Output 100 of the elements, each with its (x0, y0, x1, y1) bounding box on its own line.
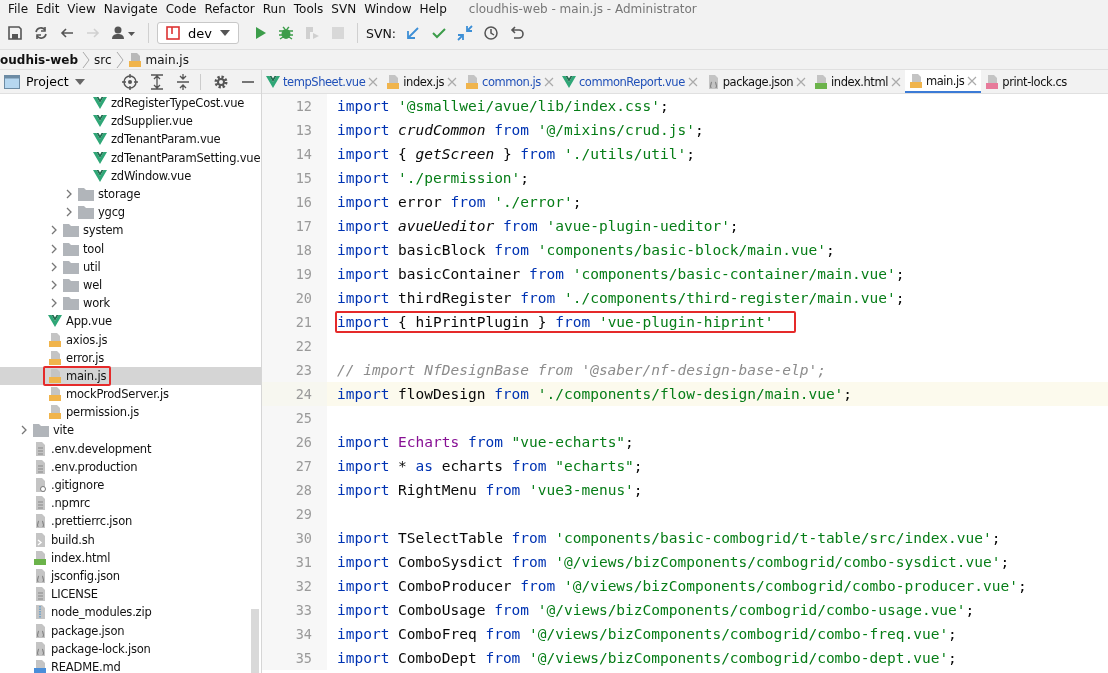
vue-file-icon (48, 314, 62, 329)
js-file-icon (908, 72, 923, 89)
tree-item[interactable]: .npmrc (0, 494, 261, 513)
file-name: node_modules.zip (51, 605, 152, 620)
tree-item[interactable]: .env.production (0, 457, 261, 476)
editor-tab[interactable]: package.json (701, 70, 811, 93)
tree-item[interactable]: permission.js (0, 403, 261, 422)
line-number: 27 (262, 454, 327, 478)
editor-tab[interactable]: index.js (382, 70, 462, 93)
vue-file-icon (266, 74, 280, 89)
collapse-all-icon[interactable] (176, 73, 190, 90)
code-line: import '@smallwei/avue/lib/index.css'; (336, 97, 670, 116)
folder-icon (63, 277, 79, 292)
tab-label: tempSheet.vue (283, 74, 366, 89)
tree-item[interactable]: LICENSE (0, 585, 261, 604)
file-name: .env.production (51, 459, 138, 474)
tab-label: package.json (722, 74, 794, 89)
shell-file-icon (33, 531, 47, 548)
scrollbar[interactable] (251, 609, 259, 673)
tree-item[interactable]: zdWindow.vue (0, 166, 261, 185)
tab-label: common.js (482, 74, 541, 89)
editor-tab[interactable]: index.html (810, 70, 905, 93)
menu-item[interactable]: Help (415, 1, 451, 16)
tree-item[interactable]: work (0, 294, 261, 313)
tree-item[interactable]: main.js (0, 366, 261, 385)
file-name: package-lock.json (51, 641, 151, 656)
expand-all-icon[interactable] (150, 73, 164, 90)
tree-item[interactable]: system (0, 221, 261, 240)
check-icon (431, 25, 447, 41)
bug-icon (277, 25, 294, 41)
menu-item[interactable]: View (63, 1, 100, 16)
file-name: zdWindow.vue (111, 168, 192, 183)
tree-item[interactable]: vite (0, 421, 261, 440)
file-name: zdTenantParam.vue (111, 132, 221, 147)
menu-item[interactable]: Window (360, 1, 416, 16)
breadcrumb-item[interactable]: main.js (145, 52, 189, 67)
tree-item[interactable]: .gitignore (0, 475, 261, 495)
menu-item[interactable]: Edit (32, 1, 64, 16)
project-window-icon (4, 74, 20, 89)
line-number: 21 (262, 310, 327, 334)
editor-tab[interactable]: main.js (904, 70, 982, 93)
chevron-icon (115, 50, 124, 69)
shield-play-icon (303, 25, 320, 41)
tree-item[interactable]: tool (0, 239, 261, 258)
line-number: 15 (262, 166, 327, 190)
breadcrumb-item[interactable]: oudhis-web (0, 52, 78, 67)
folder-icon (63, 241, 79, 256)
close-icon[interactable] (967, 75, 978, 86)
settings-icon[interactable] (213, 73, 229, 90)
tab-label: print-lock.cs (1002, 74, 1067, 89)
tree-item[interactable]: axios.js (0, 330, 261, 349)
code-line: import ComboUsage from '@/views/bizComponents/combogrid/combo-usage.vue'; (336, 601, 976, 620)
breadcrumb-item[interactable]: src (94, 52, 112, 67)
tree-item[interactable]: zdTenantParamSetting.vue (0, 148, 261, 167)
menu-item[interactable]: Tools (289, 1, 328, 16)
folder-icon (33, 423, 49, 438)
code-line: import * as echarts from "echarts"; (336, 457, 644, 476)
editor-tab[interactable]: tempSheet.vue (262, 70, 383, 93)
tree-item[interactable]: README.md (0, 657, 261, 673)
tree-item[interactable]: App.vue (0, 312, 261, 331)
run-configuration-select[interactable]: dev (157, 22, 239, 44)
folder-icon (78, 205, 94, 220)
tree-item[interactable]: zdRegisterTypeCost.vue (0, 94, 261, 113)
tree-item[interactable]: zdTenantParam.vue (0, 130, 261, 149)
tree-item[interactable]: index.html (0, 548, 261, 567)
locate-icon[interactable] (122, 73, 138, 90)
code-line: import crudCommon from '@/mixins/crud.js'; (336, 121, 705, 140)
menu-item[interactable]: File (4, 1, 33, 16)
project-view-dropdown[interactable]: Project (26, 74, 69, 89)
tree-item[interactable]: package-lock.json (0, 639, 261, 658)
tree-item[interactable]: .prettierrc.json (0, 512, 261, 531)
tree-item[interactable]: node_modules.zip (0, 603, 261, 622)
editor-tab[interactable]: print-lock.cs (981, 70, 1071, 93)
menu-item[interactable]: Refactor (200, 1, 259, 16)
tree-item[interactable]: ygcg (0, 203, 261, 222)
file-name: storage (98, 187, 141, 202)
tree-item[interactable]: package.json (0, 621, 261, 640)
menu-item[interactable]: SVN (327, 1, 361, 16)
tree-item[interactable]: util (0, 257, 261, 276)
code-line: import flowDesign from './components/flow-design/main.vue'; (336, 385, 854, 404)
editor-tab[interactable]: commonReport.vue (557, 70, 702, 93)
tree-item[interactable]: mockProdServer.js (0, 385, 261, 404)
tree-item[interactable]: build.sh (0, 530, 261, 549)
tree-item[interactable]: jsconfig.json (0, 566, 261, 586)
css-file-icon (985, 73, 1000, 90)
menu-item[interactable]: Code (161, 1, 201, 16)
tree-item[interactable]: storage (0, 184, 261, 204)
code-line: import avueUeditor from 'avue-plugin-ueditor'; (336, 217, 740, 236)
file-name: tool (83, 241, 104, 256)
file-name: system (83, 223, 124, 238)
arrow-icon (405, 25, 421, 41)
tree-item[interactable]: wel (0, 275, 261, 295)
tree-item[interactable]: zdSupplier.vue (0, 112, 261, 131)
editor-tab[interactable]: common.js (461, 70, 558, 93)
menu-item[interactable]: Navigate (99, 1, 162, 16)
menu-item[interactable]: Run (258, 1, 290, 16)
tree-item[interactable]: .env.development (0, 439, 261, 458)
line-number: 34 (262, 622, 327, 646)
window-title: cloudhis-web - main.js - Administrator (468, 1, 697, 16)
tree-item[interactable]: error.js (0, 348, 261, 367)
